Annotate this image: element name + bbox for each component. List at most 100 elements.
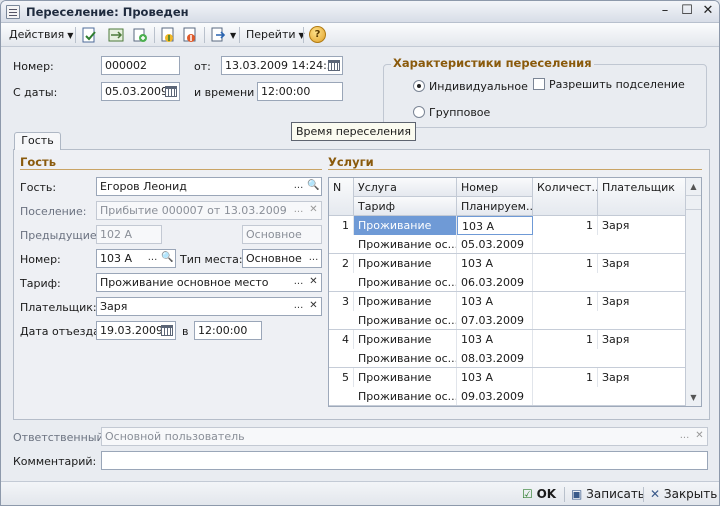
calendar-icon[interactable] (161, 325, 173, 336)
goto-menu-button[interactable]: Перейти ▼ (246, 26, 305, 44)
scroll-up-icon[interactable]: ▲ (686, 179, 701, 194)
table-scrollbar[interactable]: ▲ ▼ (685, 178, 701, 406)
previous-place-type-field[interactable]: Основное (242, 225, 322, 244)
cell-qty[interactable]: 1 (533, 216, 598, 235)
guest-field[interactable]: Егоров Леонид ... 🔍 (96, 177, 322, 196)
clear-icon[interactable]: ✕ (306, 274, 321, 291)
row-number-cell[interactable]: 4 (329, 330, 354, 349)
previous-room-field[interactable]: 102 А (96, 225, 162, 244)
scroll-down-icon[interactable]: ▼ (686, 390, 701, 405)
cell-payer[interactable]: Заря (598, 368, 686, 387)
cell-payer[interactable]: Заря (598, 292, 686, 311)
allow-sharing-checkbox[interactable] (533, 78, 545, 90)
cell-room[interactable]: 103 А (457, 216, 533, 235)
responsible-field[interactable]: Основной пользователь ... ✕ (101, 427, 708, 446)
column-header-service[interactable]: Услуга (354, 178, 457, 197)
cell-room[interactable]: 103 А (457, 330, 533, 349)
search-icon[interactable]: 🔍 (160, 250, 175, 267)
select-place-type-button[interactable]: ... (306, 250, 321, 267)
row-number-cell[interactable]: 3 (329, 292, 354, 311)
comment-field[interactable] (101, 451, 708, 470)
select-settlement-button[interactable]: ... (291, 202, 306, 219)
row-number-cell[interactable]: 2 (329, 254, 354, 273)
clear-icon[interactable]: ✕ (692, 428, 707, 445)
cell-date[interactable]: 08.03.2009 (457, 349, 533, 368)
column-header-room[interactable]: Номер (457, 178, 533, 197)
post-document-icon[interactable] (80, 26, 98, 44)
cell-service[interactable]: Проживание (354, 368, 457, 387)
cell-date[interactable]: 05.03.2009 (457, 235, 533, 254)
cell-room[interactable]: 103 А (457, 254, 533, 273)
individual-label[interactable]: Индивидуальное (429, 80, 528, 93)
cell-tariff[interactable]: Проживание ос... (354, 387, 457, 406)
column-header-n[interactable]: N (329, 178, 354, 216)
cell-date[interactable]: 09.03.2009 (457, 387, 533, 406)
cell-date[interactable]: 07.03.2009 (457, 311, 533, 330)
clear-icon[interactable]: ✕ (306, 298, 321, 315)
print-up-icon[interactable] (159, 26, 177, 44)
row-number-cell[interactable]: 1 (329, 216, 354, 235)
column-header-quantity[interactable]: Количест... (533, 178, 598, 216)
row-number-cell[interactable]: 5 (329, 368, 354, 387)
cell-payer[interactable]: Заря (598, 330, 686, 349)
cell-service[interactable]: Проживание (354, 330, 457, 349)
cell-qty[interactable]: 1 (533, 292, 598, 311)
tab-guest[interactable]: Гость (14, 132, 61, 150)
cell-room[interactable]: 103 А (457, 292, 533, 311)
column-header-payer[interactable]: Плательщик (598, 178, 686, 216)
column-header-planned[interactable]: Планируем... (457, 197, 533, 216)
title-bar[interactable]: Переселение: Проведен – ☐ ✕ (1, 1, 719, 23)
group-label[interactable]: Групповое (429, 106, 490, 119)
cell-payer[interactable]: Заря (598, 216, 686, 235)
ok-button[interactable]: ☑ OK (522, 485, 556, 504)
document-date-field[interactable]: 13.03.2009 14:24:35 (221, 56, 343, 75)
date-from-field[interactable]: 05.03.2009 (101, 82, 180, 101)
movements-icon[interactable] (107, 26, 125, 44)
cell-date[interactable]: 06.03.2009 (457, 273, 533, 292)
close-window-button[interactable]: ✕ (700, 4, 716, 20)
cell-tariff[interactable]: Проживание ос... (354, 273, 457, 292)
cell-service[interactable]: Проживание (354, 216, 457, 235)
select-guest-button[interactable]: ... (291, 178, 306, 195)
save-button[interactable]: ▣ Записать (571, 485, 645, 504)
close-button[interactable]: ✕ Закрыть (650, 485, 717, 504)
clear-icon[interactable]: ✕ (306, 202, 321, 219)
cell-payer[interactable]: Заря (598, 254, 686, 273)
select-room-button[interactable]: ... (145, 250, 160, 267)
calendar-icon[interactable] (328, 60, 340, 71)
select-tariff-button[interactable]: ... (291, 274, 306, 291)
based-on-icon[interactable] (209, 26, 227, 44)
print-down-icon[interactable] (181, 26, 199, 44)
group-radio[interactable] (413, 106, 425, 118)
individual-radio[interactable] (413, 80, 425, 92)
time-field[interactable]: 12:00:00 (257, 82, 343, 101)
minimize-button[interactable]: – (657, 4, 673, 20)
actions-menu-button[interactable]: Действия ▼ (9, 26, 73, 44)
room-field[interactable]: 103 А ... 🔍 (96, 249, 176, 268)
search-icon[interactable]: 🔍 (306, 178, 321, 195)
select-payer-button[interactable]: ... (291, 298, 306, 315)
copy-document-icon[interactable] (131, 26, 149, 44)
cell-room[interactable]: 103 А (457, 368, 533, 387)
cell-qty[interactable]: 1 (533, 368, 598, 387)
based-on-dropdown-icon[interactable]: ▼ (230, 27, 236, 45)
maximize-button[interactable]: ☐ (679, 4, 695, 20)
cell-qty[interactable]: 1 (533, 254, 598, 273)
cell-service[interactable]: Проживание (354, 292, 457, 311)
cell-service[interactable]: Проживание (354, 254, 457, 273)
tariff-field[interactable]: Проживание основное место ... ✕ (96, 273, 322, 292)
cell-qty[interactable]: 1 (533, 330, 598, 349)
number-field[interactable]: 000002 (101, 56, 180, 75)
cell-tariff[interactable]: Проживание ос... (354, 311, 457, 330)
departure-date-field[interactable]: 19.03.2009 (96, 321, 176, 340)
departure-time-field[interactable]: 12:00:00 (194, 321, 262, 340)
payer-field[interactable]: Заря ... ✕ (96, 297, 322, 316)
help-icon[interactable]: ? (309, 26, 326, 43)
column-header-tariff[interactable]: Тариф (354, 197, 457, 216)
select-responsible-button[interactable]: ... (677, 428, 692, 445)
settlement-field[interactable]: Прибытие 000007 от 13.03.2009 14:23 ... … (96, 201, 322, 220)
allow-sharing-label[interactable]: Разрешить подселение (549, 78, 685, 91)
calendar-icon[interactable] (165, 86, 177, 97)
services-table[interactable]: N Услуга Тариф Номер Планируем... Количе… (328, 177, 702, 407)
scroll-thumb[interactable] (686, 195, 701, 210)
